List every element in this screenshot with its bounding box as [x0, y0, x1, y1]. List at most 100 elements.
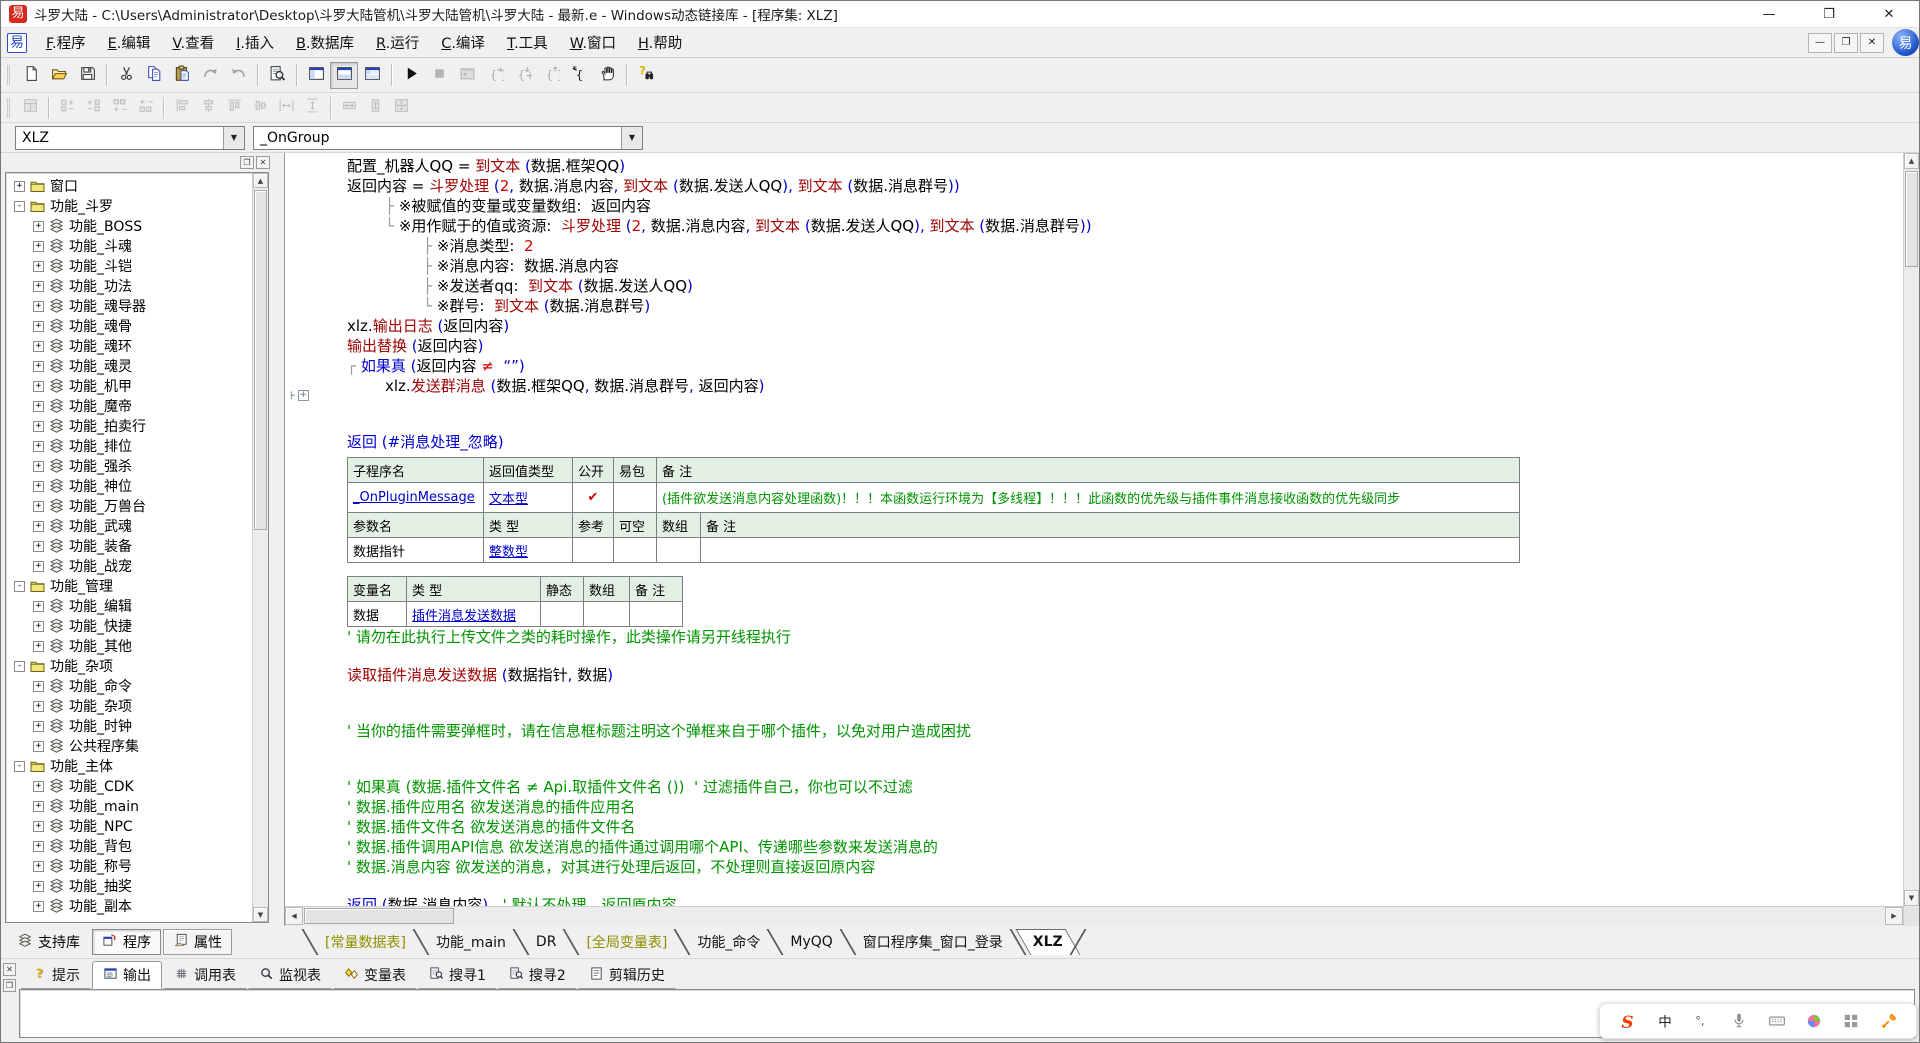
tree-expand-icon[interactable]: -: [14, 661, 25, 672]
debug-window-button[interactable]: [453, 62, 481, 89]
code-v-scrollbar[interactable]: ▲ ▼: [1903, 153, 1920, 926]
find-command-button[interactable]: ?: [632, 62, 660, 89]
tree-expand-icon[interactable]: +: [33, 301, 44, 312]
tree-expand-icon[interactable]: +: [33, 261, 44, 272]
toolbar-grip[interactable]: [7, 65, 12, 85]
tree-expand-icon[interactable]: +: [33, 901, 44, 912]
undo-button[interactable]: [224, 62, 252, 89]
menu-item[interactable]: B.数据库: [285, 32, 365, 53]
document-tab[interactable]: 窗口程序集_窗口_登录: [861, 929, 1005, 955]
tree-item[interactable]: +功能_斗魂: [8, 236, 251, 256]
dock-tab-变量表[interactable]: 变量表: [333, 961, 417, 989]
tree-item[interactable]: +功能_副本: [8, 896, 251, 916]
save-file-button[interactable]: [73, 62, 101, 89]
tree-expand-icon[interactable]: +: [33, 541, 44, 552]
tree-expand-icon[interactable]: +: [33, 341, 44, 352]
tree-expand-icon[interactable]: +: [33, 601, 44, 612]
tree-expand-icon[interactable]: -: [14, 201, 25, 212]
tree-expand-icon[interactable]: +: [33, 841, 44, 852]
method-combobox[interactable]: _OnGroup ▼: [253, 126, 643, 150]
assembly-combobox[interactable]: XLZ ▼: [15, 126, 245, 150]
open-file-button[interactable]: [45, 62, 73, 89]
tree-item[interactable]: -功能_主体: [8, 756, 251, 776]
tree-item[interactable]: +功能_魂骨: [8, 316, 251, 336]
tree-float-button[interactable]: ❐: [240, 156, 254, 169]
tree-expand-icon[interactable]: +: [14, 181, 25, 192]
document-tab[interactable]: 功能_命令: [695, 929, 762, 955]
menu-item[interactable]: I.插入: [225, 32, 285, 53]
menu-item[interactable]: H.帮助: [627, 32, 693, 53]
tree-item[interactable]: +功能_装备: [8, 536, 251, 556]
tree-item[interactable]: +功能_拍卖行: [8, 416, 251, 436]
tree-item[interactable]: -功能_杂项: [8, 656, 251, 676]
dock-tab-提示[interactable]: ??提示: [21, 961, 91, 989]
tree-expand-icon[interactable]: +: [33, 281, 44, 292]
tree-item[interactable]: +功能_斗铠: [8, 256, 251, 276]
zh-mode-icon[interactable]: 中: [1655, 1011, 1675, 1031]
sogou-s-icon[interactable]: S: [1617, 1011, 1637, 1031]
v-scroll-up-icon[interactable]: ▲: [1904, 153, 1919, 169]
tree-item[interactable]: -功能_管理: [8, 576, 251, 596]
t2-grid-button[interactable]: [17, 96, 43, 120]
stop-button[interactable]: [425, 62, 453, 89]
workspace-tab-支持库[interactable]: 支持库: [7, 929, 90, 955]
mdi-minimize-button[interactable]: —: [1808, 33, 1832, 53]
tree-item[interactable]: +功能_快捷: [8, 616, 251, 636]
menu-item[interactable]: T.工具: [496, 32, 559, 53]
document-tab[interactable]: XLZ: [1031, 929, 1065, 955]
tree-item[interactable]: +功能_杂项: [8, 696, 251, 716]
minimize-button[interactable]: —: [1739, 1, 1799, 27]
v-scroll-down-icon[interactable]: ▼: [1904, 890, 1919, 906]
tree-item[interactable]: +功能_功法: [8, 276, 251, 296]
t2-add-col-button[interactable]: [54, 96, 80, 120]
dock-tab-输出[interactable]: 输出: [92, 961, 162, 989]
mdi-restore-button[interactable]: ❐: [1834, 33, 1858, 53]
tree-item[interactable]: +功能_强杀: [8, 456, 251, 476]
tree-scroll-thumb[interactable]: [254, 190, 267, 530]
tree-expand-icon[interactable]: +: [33, 621, 44, 632]
step-into-button[interactable]: {+}: [509, 62, 537, 89]
window-layout-grid-button[interactable]: [358, 62, 386, 89]
run-button[interactable]: [397, 62, 425, 89]
tree-expand-icon[interactable]: +: [33, 481, 44, 492]
tree-item[interactable]: +功能_称号: [8, 856, 251, 876]
method-dropdown-arrow-icon[interactable]: ▼: [621, 127, 642, 149]
new-file-button[interactable]: [17, 62, 45, 89]
tree-expand-icon[interactable]: +: [33, 221, 44, 232]
dock-tab-监视表[interactable]: 监视表: [248, 961, 332, 989]
tree-expand-icon[interactable]: +: [33, 781, 44, 792]
t2-align-middle-button[interactable]: [247, 96, 273, 120]
tree-item[interactable]: +功能_神位: [8, 476, 251, 496]
t2-fit-height-button[interactable]: [362, 96, 388, 120]
document-tab[interactable]: MyQQ: [788, 929, 834, 955]
goto-brace-button[interactable]: *{ }: [565, 62, 593, 89]
workspace-tab-程序[interactable]: 程序: [92, 929, 161, 955]
document-tab[interactable]: 功能_main: [434, 929, 508, 955]
tree-item[interactable]: +功能_排位: [8, 436, 251, 456]
copy-button[interactable]: [140, 62, 168, 89]
tree-expand-icon[interactable]: +: [33, 321, 44, 332]
step-out-button[interactable]: { }: [537, 62, 565, 89]
menu-item[interactable]: W.窗口: [559, 32, 627, 53]
tree-expand-icon[interactable]: +: [33, 381, 44, 392]
dock-tab-调用表[interactable]: 调用表: [163, 961, 247, 989]
tree-expand-icon[interactable]: +: [33, 501, 44, 512]
tree-expand-icon[interactable]: +: [33, 701, 44, 712]
tree-scroll-down-icon[interactable]: ▼: [253, 907, 268, 922]
maximize-button[interactable]: ❐: [1799, 1, 1859, 27]
tree-expand-icon[interactable]: +: [33, 861, 44, 872]
step-over-button[interactable]: { }: [481, 62, 509, 89]
menu-item[interactable]: C.编译: [430, 32, 496, 53]
tree-expand-icon[interactable]: +: [33, 881, 44, 892]
tree-scroll-up-icon[interactable]: ▲: [253, 173, 268, 188]
find-in-files-button[interactable]: [263, 62, 291, 89]
keyboard-icon[interactable]: [1767, 1011, 1787, 1031]
tree-expand-icon[interactable]: +: [33, 801, 44, 812]
tree-item[interactable]: +功能_其他: [8, 636, 251, 656]
tree-item[interactable]: +功能_战宠: [8, 556, 251, 576]
tree-item[interactable]: +功能_命令: [8, 676, 251, 696]
tree-item[interactable]: -功能_斗罗: [8, 196, 251, 216]
mdi-close-button[interactable]: ✕: [1860, 33, 1884, 53]
t2-fit-width-button[interactable]: [336, 96, 362, 120]
paste-button[interactable]: [168, 62, 196, 89]
